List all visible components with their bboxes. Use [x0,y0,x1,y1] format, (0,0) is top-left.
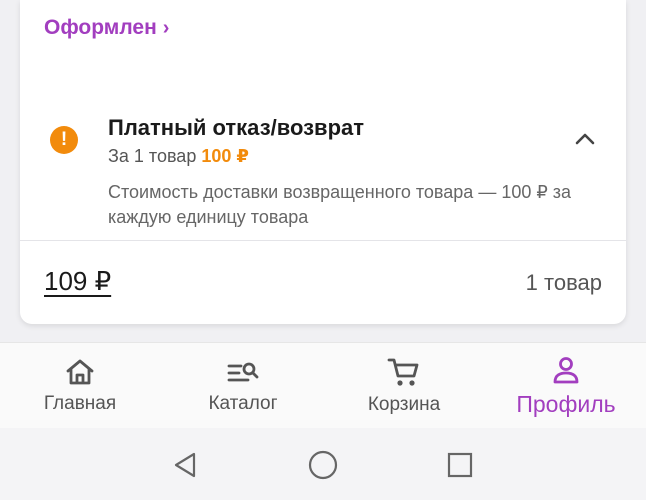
refund-subtitle: За 1 товар 100 ₽ [108,146,249,167]
system-navigation-bar [0,428,646,500]
nav-label-profile: Профиль [516,390,616,417]
chevron-up-icon[interactable] [570,124,600,154]
catalog-search-icon [227,362,259,382]
chevron-right-icon: › [162,16,170,39]
item-count: 1 товар [525,270,602,295]
warning-icon: ! [50,126,78,154]
nav-item-home[interactable]: Главная [30,343,130,429]
order-status-label: Оформлен [44,16,157,39]
bottom-navigation: Главная Каталог Корзина Профиль [0,342,646,428]
recents-icon[interactable] [443,448,477,482]
nav-label-catalog: Каталог [208,393,278,414]
order-card: Оформлен › ! Платный отказ/возврат За 1 … [20,0,626,324]
refund-sub-prefix: За 1 товар [108,146,197,166]
nav-item-profile[interactable]: Профиль [506,343,626,429]
total-price[interactable]: 109 ₽ [44,266,111,297]
home-icon [66,359,94,385]
refund-title: Платный отказ/возврат [108,115,365,140]
home-circle-icon[interactable] [306,448,340,482]
nav-item-cart[interactable]: Корзина [354,343,454,429]
nav-item-catalog[interactable]: Каталог [193,343,293,429]
nav-label-home: Главная [43,393,117,414]
divider [20,240,626,241]
cart-icon [387,358,419,386]
nav-label-cart: Корзина [367,394,441,415]
order-status-link[interactable]: Оформлен › [44,16,169,40]
profile-icon [553,356,579,383]
refund-description: Стоимость доставки возвращенного товара … [108,182,572,227]
refund-sub-price: 100 ₽ [201,146,249,166]
back-icon[interactable] [168,448,202,482]
